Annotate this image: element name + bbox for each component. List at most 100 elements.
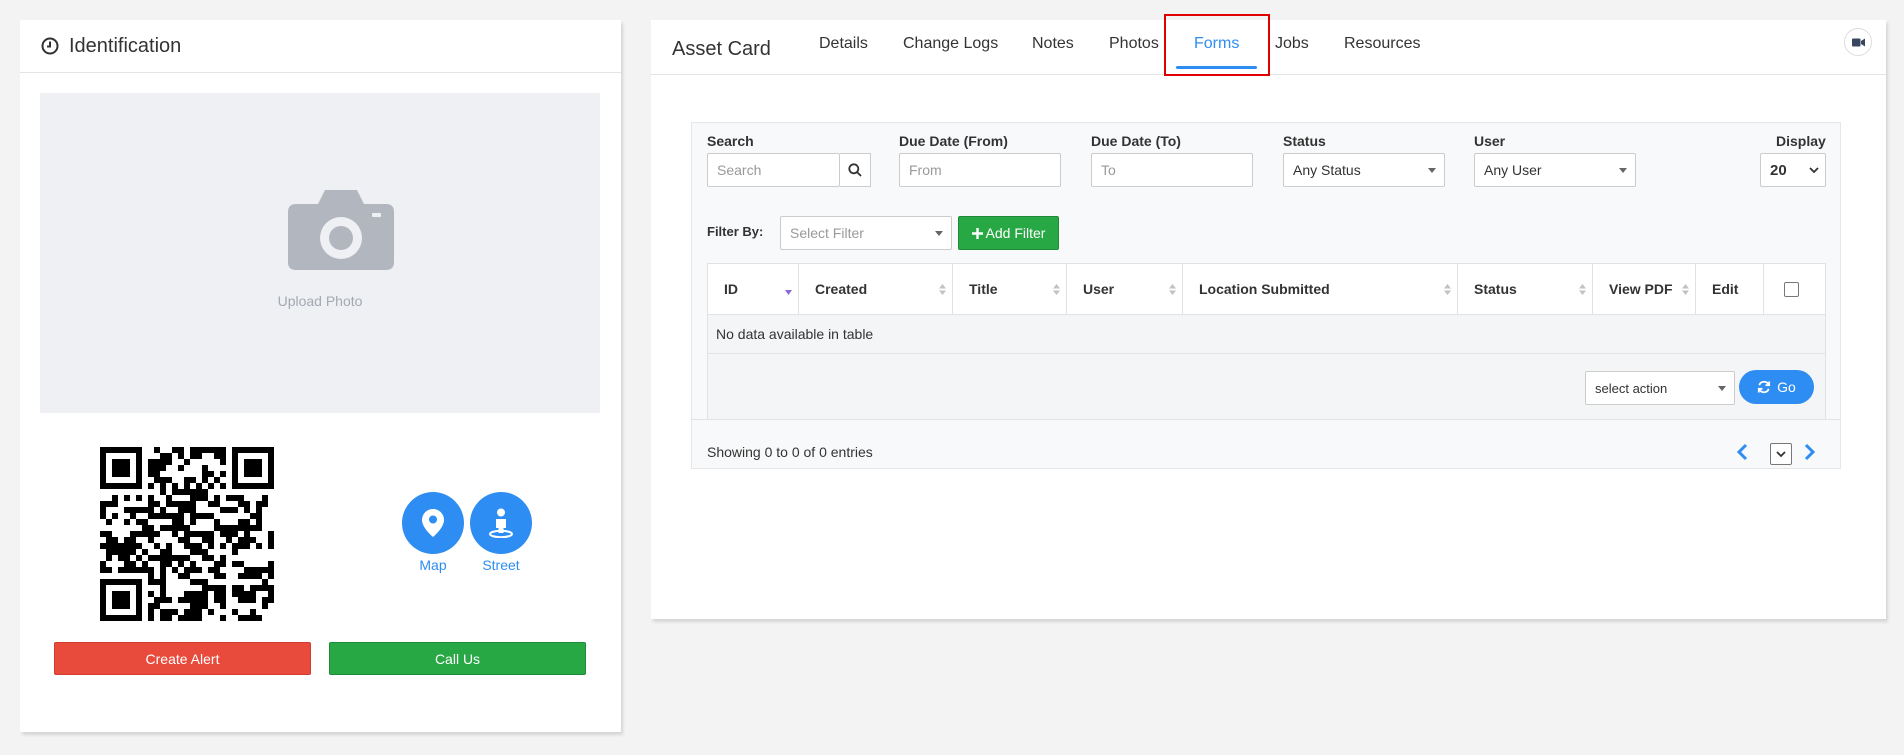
column-id[interactable]: ID [708,264,799,314]
qr-module [184,531,190,537]
chevron-down-icon [1619,168,1627,173]
qr-module [178,489,184,495]
qr-module [226,531,232,537]
column-title[interactable]: Title [953,264,1067,314]
qr-module [184,483,190,489]
chevron-right-icon[interactable] [1803,443,1817,461]
qr-module [190,447,196,453]
go-button[interactable]: Go [1739,370,1814,404]
qr-module [154,543,160,549]
qr-module [184,567,190,573]
qr-module [166,477,172,483]
column-status[interactable]: Status [1458,264,1593,314]
display-select[interactable]: 20 [1760,153,1826,187]
qr-module [106,543,112,549]
bulk-action-select[interactable]: select action [1585,371,1735,405]
qr-module [190,507,196,513]
qr-module [214,519,220,525]
qr-module [232,477,238,483]
search-input[interactable]: Search [707,153,840,187]
street-button[interactable] [470,492,532,554]
qr-module [214,573,220,579]
qr-module [136,567,142,573]
qr-module [244,573,250,579]
qr-module [124,483,130,489]
upload-photo-area[interactable]: Upload Photo [40,93,600,413]
qr-module [100,579,106,585]
due-date-from-input[interactable]: From [899,153,1061,187]
qr-module [184,489,190,495]
select-all-checkbox[interactable] [1784,282,1799,297]
tab-change-logs[interactable]: Change Logs [903,35,998,53]
qr-module [154,459,160,465]
qr-module [262,567,268,573]
column-location-submitted[interactable]: Location Submitted [1183,264,1458,314]
column-created[interactable]: Created [799,264,953,314]
page-select[interactable] [1770,443,1792,465]
column-user[interactable]: User [1067,264,1183,314]
qr-module [268,531,274,537]
qr-module [262,495,268,501]
tab-forms[interactable]: Forms [1194,35,1239,53]
tab-photos[interactable]: Photos [1109,35,1159,53]
sort-icon [1682,284,1689,295]
qr-module [184,459,190,465]
qr-module [190,513,196,519]
qr-module [244,519,250,525]
qr-module [112,549,118,555]
map-label[interactable]: Map [398,557,468,573]
qr-module [256,573,262,579]
status-select[interactable]: Any Status [1283,153,1445,187]
qr-module [202,477,208,483]
qr-module [148,483,154,489]
tab-resources[interactable]: Resources [1344,35,1420,53]
create-alert-button[interactable]: Create Alert [54,642,311,675]
bulk-action-value: select action [1595,380,1668,396]
qr-module [136,459,142,465]
user-label: User [1474,133,1506,149]
video-button[interactable] [1844,28,1872,56]
qr-module [208,537,214,543]
chevron-left-icon[interactable] [1735,443,1749,461]
qr-module [166,561,172,567]
tab-jobs[interactable]: Jobs [1275,35,1309,53]
chevron-down-icon [1428,168,1436,173]
add-filter-label: Add Filter [985,225,1046,241]
clock-icon [41,37,59,55]
user-select[interactable]: Any User [1474,153,1636,187]
qr-module [100,501,106,507]
qr-module [178,555,184,561]
qr-module [190,609,196,615]
search-button[interactable] [840,153,871,187]
qr-module [100,507,106,513]
qr-module [232,471,238,477]
due-date-to-input[interactable]: To [1091,153,1253,187]
qr-module [244,465,250,471]
map-button[interactable] [402,492,464,554]
qr-module [178,597,184,603]
qr-module [130,567,136,573]
qr-module [238,597,244,603]
tab-details[interactable]: Details [819,35,868,53]
call-us-button[interactable]: Call Us [329,642,586,675]
qr-module [172,609,178,615]
select-filter-dropdown[interactable]: Select Filter [780,216,952,250]
tab-notes[interactable]: Notes [1032,35,1074,53]
qr-module [166,609,172,615]
qr-module [202,585,208,591]
qr-module [250,483,256,489]
street-label[interactable]: Street [466,557,536,573]
column-view-pdf[interactable]: View PDF [1593,264,1696,314]
identification-panel: Identification Upload Photo Map Street C… [20,20,621,732]
qr-module [190,543,196,549]
qr-module [106,555,112,561]
qr-module [100,567,106,573]
add-filter-button[interactable]: Add Filter [958,216,1059,250]
qr-module [190,453,196,459]
qr-module [214,501,220,507]
qr-module [154,471,160,477]
qr-module [268,591,274,597]
qr-module [196,483,202,489]
qr-module [124,567,130,573]
qr-module [160,459,166,465]
